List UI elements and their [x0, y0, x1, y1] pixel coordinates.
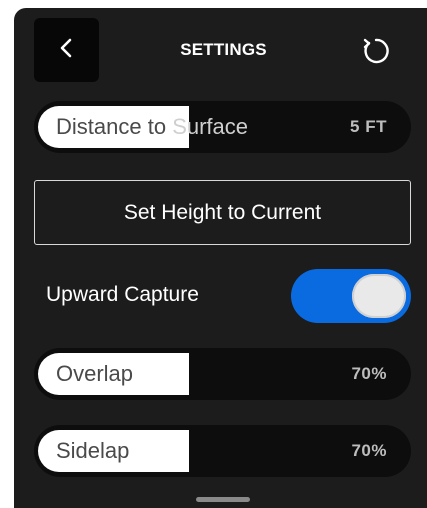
set-height-button[interactable]: Set Height to Current [34, 180, 411, 245]
sidelap-value: 70% [351, 441, 387, 460]
distance-slider-label: Distance to Surface [56, 101, 248, 153]
distance-label-left: Distance to [56, 114, 167, 139]
sidelap-label: Sidelap [56, 438, 130, 463]
sidelap-slider[interactable]: Sidelap 70% [34, 425, 411, 477]
distance-slider[interactable]: Distance to Surface 5 FT [34, 101, 411, 153]
overlap-value: 70% [351, 364, 387, 383]
overlap-slider[interactable]: Overlap 70% [34, 348, 411, 400]
upward-capture-label: Upward Capture [46, 283, 199, 306]
home-indicator [196, 497, 250, 502]
overlap-label: Overlap [56, 361, 134, 386]
toggle-knob [352, 274, 406, 318]
set-height-label: Set Height to Current [123, 200, 322, 224]
distance-value: 5 FT [350, 117, 387, 136]
upward-capture-toggle[interactable] [291, 269, 411, 323]
reset-icon [360, 35, 392, 72]
reset-button[interactable] [356, 33, 396, 73]
distance-label-right: Surface [172, 114, 249, 139]
